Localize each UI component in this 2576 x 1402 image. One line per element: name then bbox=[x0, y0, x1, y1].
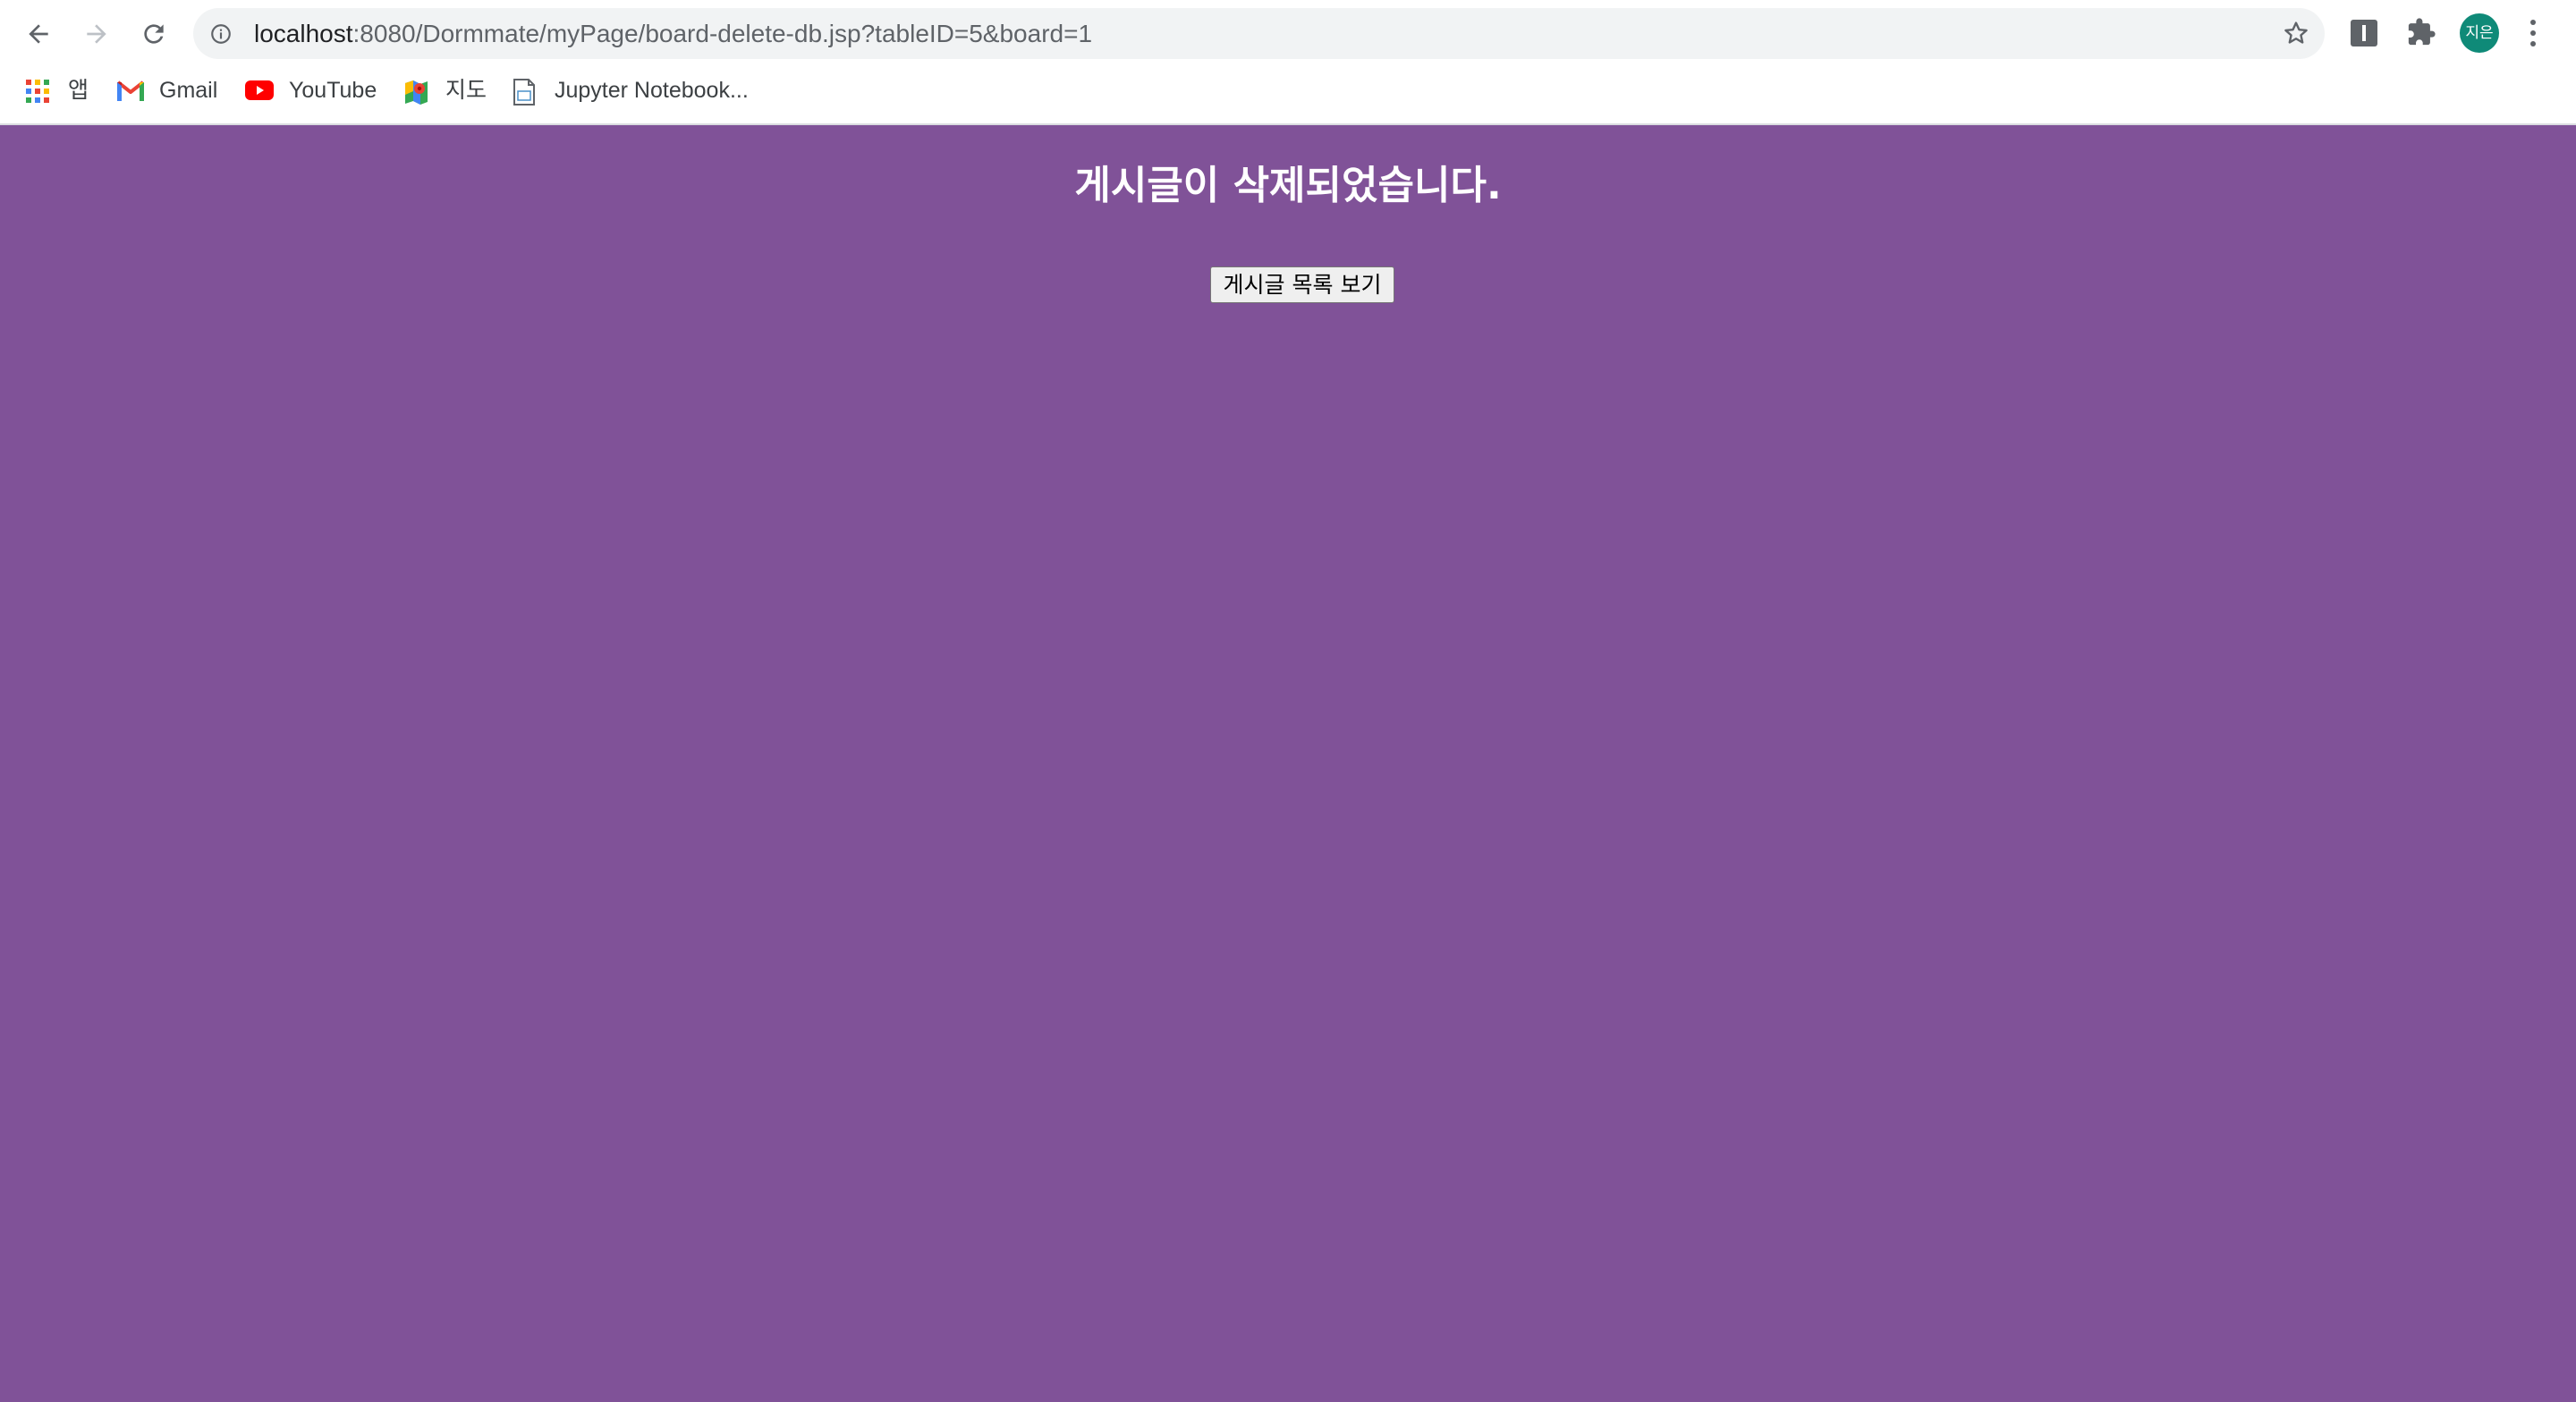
url-text[interactable]: localhost:8080/Dormmate/myPage/board-del… bbox=[254, 8, 1092, 59]
bookmark-label: 지도 bbox=[445, 78, 487, 103]
bookmarks-bar: 앱 Gmail YouTube 지도 Jupyter Notebook... bbox=[0, 68, 2576, 123]
bookmark-apps[interactable]: 앱 bbox=[25, 68, 97, 113]
address-bar[interactable]: localhost:8080/Dormmate/myPage/board-del… bbox=[193, 8, 2325, 59]
page-content: 게시글이 삭제되었습니다. 게시글 목록 보기 bbox=[0, 125, 2576, 1402]
url-path: :8080/Dormmate/myPage/board-delete-db.js… bbox=[352, 20, 1093, 47]
gmail-icon bbox=[116, 80, 145, 101]
bookmark-label: YouTube bbox=[289, 78, 377, 103]
bookmark-star-icon[interactable] bbox=[2282, 19, 2310, 47]
reload-icon bbox=[144, 24, 164, 44]
apps-grid-icon bbox=[26, 80, 49, 103]
bookmark-jupyter-notebook[interactable]: Jupyter Notebook... bbox=[512, 68, 780, 113]
bookmark-label: 앱 bbox=[68, 78, 89, 103]
url-host: localhost bbox=[254, 20, 353, 47]
arrow-right-icon bbox=[87, 24, 106, 44]
bookmark-label: Jupyter Notebook... bbox=[555, 78, 749, 103]
notebook-icon bbox=[513, 79, 535, 106]
reload-button[interactable] bbox=[132, 13, 175, 55]
extensions-puzzle-icon[interactable] bbox=[2406, 17, 2436, 47]
forward-button[interactable] bbox=[75, 13, 118, 55]
bookmark-youtube[interactable]: YouTube bbox=[244, 68, 387, 113]
bookmark-gmail[interactable]: Gmail bbox=[116, 68, 233, 113]
youtube-icon bbox=[245, 80, 274, 100]
kebab-menu-icon[interactable] bbox=[2528, 18, 2538, 48]
delete-confirmation-message: 게시글이 삭제되었습니다. bbox=[1074, 163, 1502, 208]
bookmark-maps[interactable]: 지도 bbox=[402, 68, 492, 113]
bookmark-label: Gmail bbox=[159, 78, 218, 103]
profile-avatar[interactable]: 지은 bbox=[2460, 13, 2499, 53]
browser-toolbar: localhost:8080/Dormmate/myPage/board-del… bbox=[0, 0, 2576, 68]
info-icon[interactable] bbox=[209, 22, 233, 46]
maps-icon bbox=[405, 80, 428, 105]
arrow-left-icon bbox=[29, 24, 48, 44]
back-button[interactable] bbox=[17, 13, 60, 55]
reader-extension-icon[interactable] bbox=[2351, 20, 2377, 46]
view-post-list-button[interactable]: 게시글 목록 보기 bbox=[1210, 266, 1394, 303]
